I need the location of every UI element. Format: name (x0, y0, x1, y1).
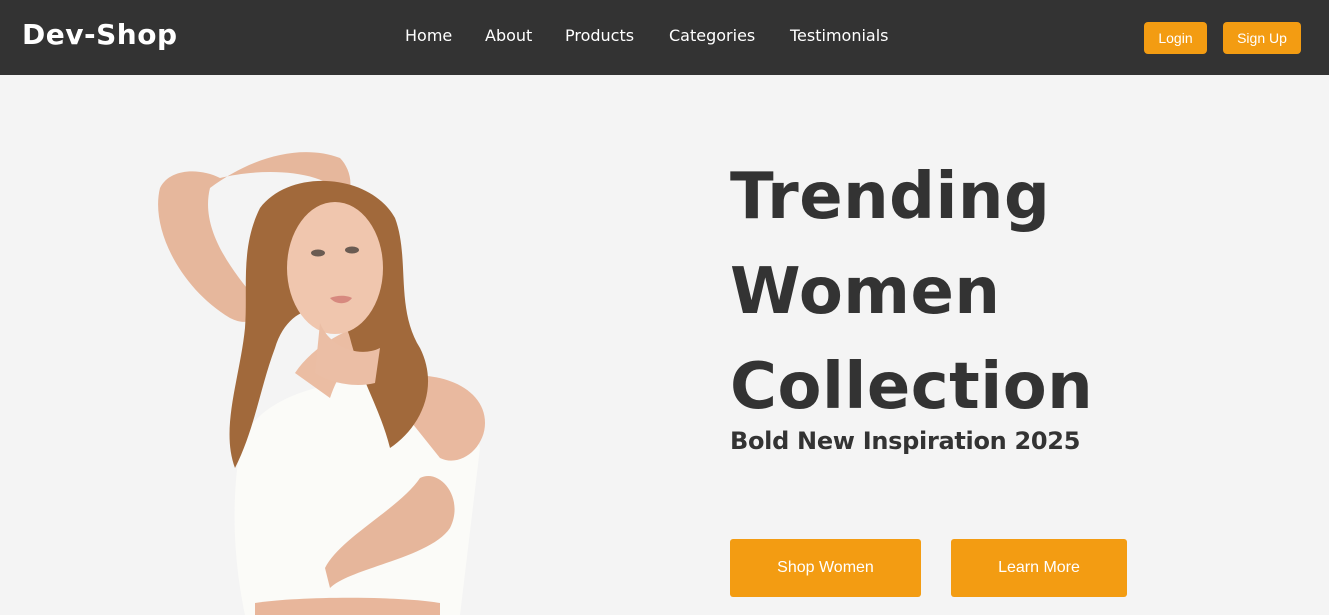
signup-button[interactable]: Sign Up (1223, 22, 1301, 54)
hero-title-line-2: Women (730, 255, 1001, 329)
nav-link-about[interactable]: About (485, 26, 532, 45)
hero-title-line-1: Trending (730, 160, 1051, 234)
hero-text-block: Trending Women Collection Bold New Inspi… (730, 150, 1093, 455)
nav-link-home[interactable]: Home (405, 26, 452, 45)
nav-link-categories[interactable]: Categories (669, 26, 755, 45)
waist-shape (255, 597, 440, 615)
shop-women-button[interactable]: Shop Women (730, 539, 921, 597)
navbar: Dev-Shop Home About Products Categories … (0, 0, 1329, 75)
hero-subtitle: Bold New Inspiration 2025 (730, 427, 1081, 455)
login-button[interactable]: Login (1144, 22, 1207, 54)
hero-model-image (158, 152, 485, 615)
learn-more-button[interactable]: Learn More (951, 539, 1127, 597)
hero-title-line-3: Collection (730, 350, 1094, 424)
face-shape (287, 202, 383, 334)
nav-link-products[interactable]: Products (565, 26, 634, 45)
hero-title: Trending Women Collection (730, 150, 1093, 435)
main-nav: Home About Products Categories Testimoni… (0, 26, 1329, 50)
nav-link-testimonials[interactable]: Testimonials (790, 26, 889, 45)
